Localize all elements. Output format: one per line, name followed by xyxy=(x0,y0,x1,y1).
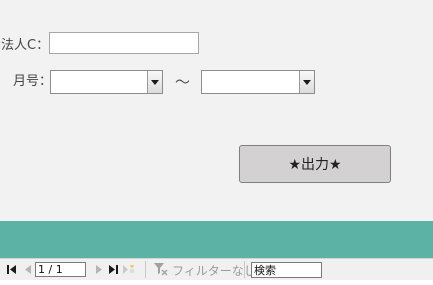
divider xyxy=(244,261,245,278)
output-button[interactable]: ★出力★ xyxy=(239,145,391,183)
search-input[interactable] xyxy=(251,262,322,278)
record-navigation-bar: 1 / 1 フィルターなし xyxy=(0,258,433,280)
last-record-icon[interactable] xyxy=(108,263,120,275)
corp-code-input[interactable] xyxy=(49,32,199,54)
filter-icon xyxy=(154,262,168,276)
next-record-icon[interactable] xyxy=(92,263,104,275)
month-to-combobox[interactable] xyxy=(201,70,315,94)
chevron-down-icon[interactable] xyxy=(147,71,162,93)
divider xyxy=(145,261,146,278)
chevron-down-icon[interactable] xyxy=(299,71,314,93)
range-separator: ～ xyxy=(175,73,191,91)
corp-code-label: 法人C： xyxy=(1,38,50,53)
record-position-field[interactable]: 1 / 1 xyxy=(35,262,86,277)
form-detail-section: 法人C： 月号： ～ ★出力★ xyxy=(0,0,433,221)
form-footer xyxy=(0,221,433,258)
first-record-icon[interactable] xyxy=(6,263,18,275)
previous-record-icon[interactable] xyxy=(22,263,34,275)
month-label: 月号： xyxy=(13,74,53,89)
new-record-icon[interactable] xyxy=(123,263,135,275)
window-bottom-edge xyxy=(0,280,433,285)
month-from-combobox[interactable] xyxy=(50,70,163,94)
